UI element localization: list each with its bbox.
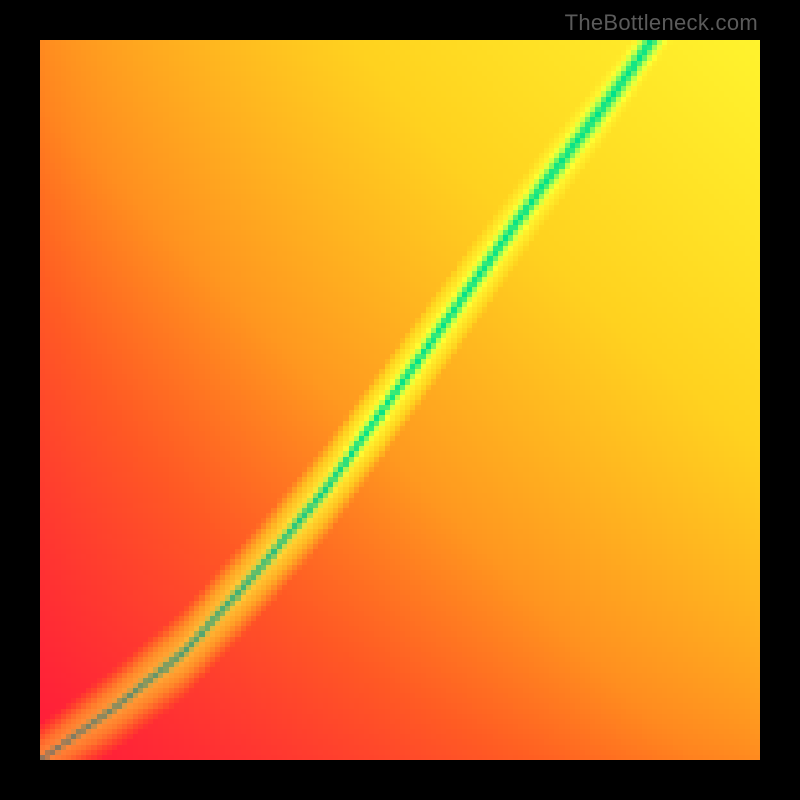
heatmap-canvas [40, 40, 760, 760]
heatmap-plot [40, 40, 760, 760]
watermark-text: TheBottleneck.com [565, 10, 758, 36]
chart-frame: TheBottleneck.com [0, 0, 800, 800]
crosshair-vertical [188, 760, 189, 800]
